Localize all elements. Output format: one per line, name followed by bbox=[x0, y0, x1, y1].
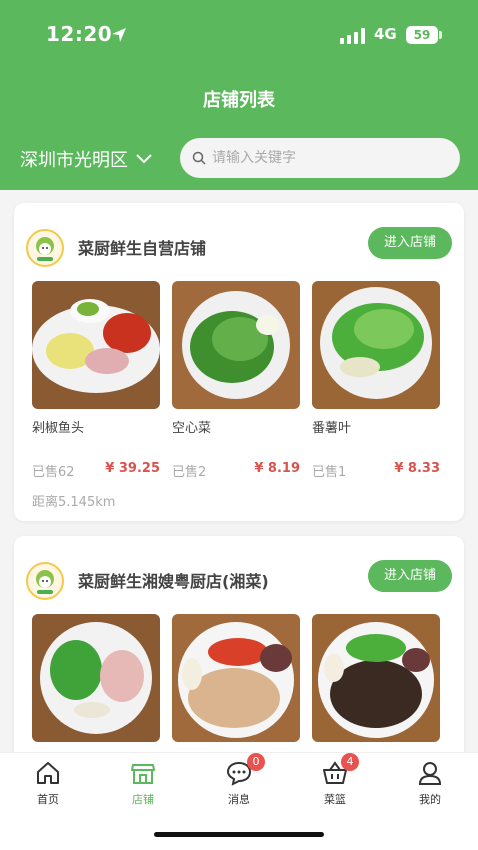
enter-shop-button[interactable]: 进入店铺 bbox=[368, 227, 452, 259]
product-meta: 已售62 ¥ 39.25 bbox=[32, 461, 160, 480]
product-image bbox=[172, 281, 300, 409]
shop-name: 菜厨鲜生湘嫂粤厨店(湘菜) bbox=[78, 572, 269, 591]
shop-card: 菜厨鲜生湘嫂粤厨店(湘菜) 进入店铺 bbox=[14, 536, 464, 766]
chevron-down-icon bbox=[136, 154, 152, 164]
product-meta: 已售1 ¥ 8.33 bbox=[312, 461, 440, 480]
user-icon bbox=[418, 762, 442, 785]
tab-messages[interactable]: 消息 0 bbox=[209, 753, 269, 807]
sold-count: 已售2 bbox=[172, 465, 207, 480]
home-indicator bbox=[154, 832, 324, 837]
product-image bbox=[312, 281, 440, 409]
tab-mine[interactable]: 我的 bbox=[400, 759, 460, 807]
tab-home[interactable]: 首页 bbox=[18, 759, 78, 807]
shop-name: 菜厨鲜生自营店铺 bbox=[78, 239, 207, 258]
search-bar[interactable] bbox=[180, 138, 460, 178]
product-card[interactable] bbox=[172, 614, 300, 742]
store-icon bbox=[131, 764, 155, 784]
battery-icon: 59 bbox=[406, 26, 438, 44]
sold-count: 已售1 bbox=[312, 465, 347, 480]
sold-count: 已售62 bbox=[32, 465, 75, 480]
product-card[interactable]: 空心菜 已售2 ¥ 8.19 bbox=[172, 281, 300, 480]
product-name: 番薯叶 bbox=[312, 421, 352, 436]
location-arrow-icon bbox=[112, 28, 126, 42]
shop-logo bbox=[26, 562, 64, 600]
product-name: 剁椒鱼头 bbox=[32, 421, 85, 436]
battery-nub bbox=[439, 31, 442, 39]
shop-logo bbox=[26, 229, 64, 267]
city-label: 深圳市光明区 bbox=[20, 150, 128, 171]
basket-badge: 4 bbox=[341, 753, 359, 771]
tab-store[interactable]: 店铺 bbox=[113, 759, 173, 807]
product-image bbox=[32, 281, 160, 409]
product-meta: 已售2 ¥ 8.19 bbox=[172, 461, 300, 480]
clock: 12:20 bbox=[46, 22, 113, 46]
shop-distance: 距离5.145km bbox=[32, 495, 116, 510]
tab-basket[interactable]: 菜篮 4 bbox=[305, 753, 365, 807]
tab-basket-label: 菜篮 bbox=[324, 793, 346, 806]
search-icon bbox=[192, 151, 206, 165]
city-selector[interactable]: 深圳市光明区 bbox=[20, 146, 152, 172]
home-icon bbox=[37, 762, 59, 784]
product-price: ¥ 8.19 bbox=[254, 461, 300, 476]
status-bar: 12:20 4G 59 bbox=[0, 0, 478, 70]
tab-home-label: 首页 bbox=[37, 793, 59, 806]
signal-icon bbox=[340, 28, 365, 44]
messages-badge: 0 bbox=[247, 753, 265, 771]
page-title: 店铺列表 bbox=[203, 90, 275, 111]
product-card[interactable] bbox=[312, 614, 440, 742]
product-price: ¥ 8.33 bbox=[394, 461, 440, 476]
app-header: 12:20 4G 59 店铺列表 深圳市光明区 bbox=[0, 0, 478, 190]
network-type: 4G bbox=[374, 25, 397, 43]
product-card[interactable]: 番薯叶 已售1 ¥ 8.33 bbox=[312, 281, 440, 480]
product-card[interactable] bbox=[32, 614, 160, 742]
product-card[interactable]: 剁椒鱼头 已售62 ¥ 39.25 bbox=[32, 281, 160, 480]
search-input[interactable] bbox=[212, 150, 432, 166]
product-price: ¥ 39.25 bbox=[105, 461, 160, 476]
product-image bbox=[172, 614, 300, 742]
product-name: 空心菜 bbox=[172, 421, 212, 436]
product-image bbox=[32, 614, 160, 742]
tab-messages-label: 消息 bbox=[228, 793, 250, 806]
shop-card: 菜厨鲜生自营店铺 进入店铺 剁椒鱼头 已售62 ¥ 39.25 空心菜 已售2 … bbox=[14, 203, 464, 521]
tab-store-label: 店铺 bbox=[132, 793, 154, 806]
tab-mine-label: 我的 bbox=[419, 793, 441, 806]
product-image bbox=[312, 614, 440, 742]
enter-shop-button[interactable]: 进入店铺 bbox=[368, 560, 452, 592]
